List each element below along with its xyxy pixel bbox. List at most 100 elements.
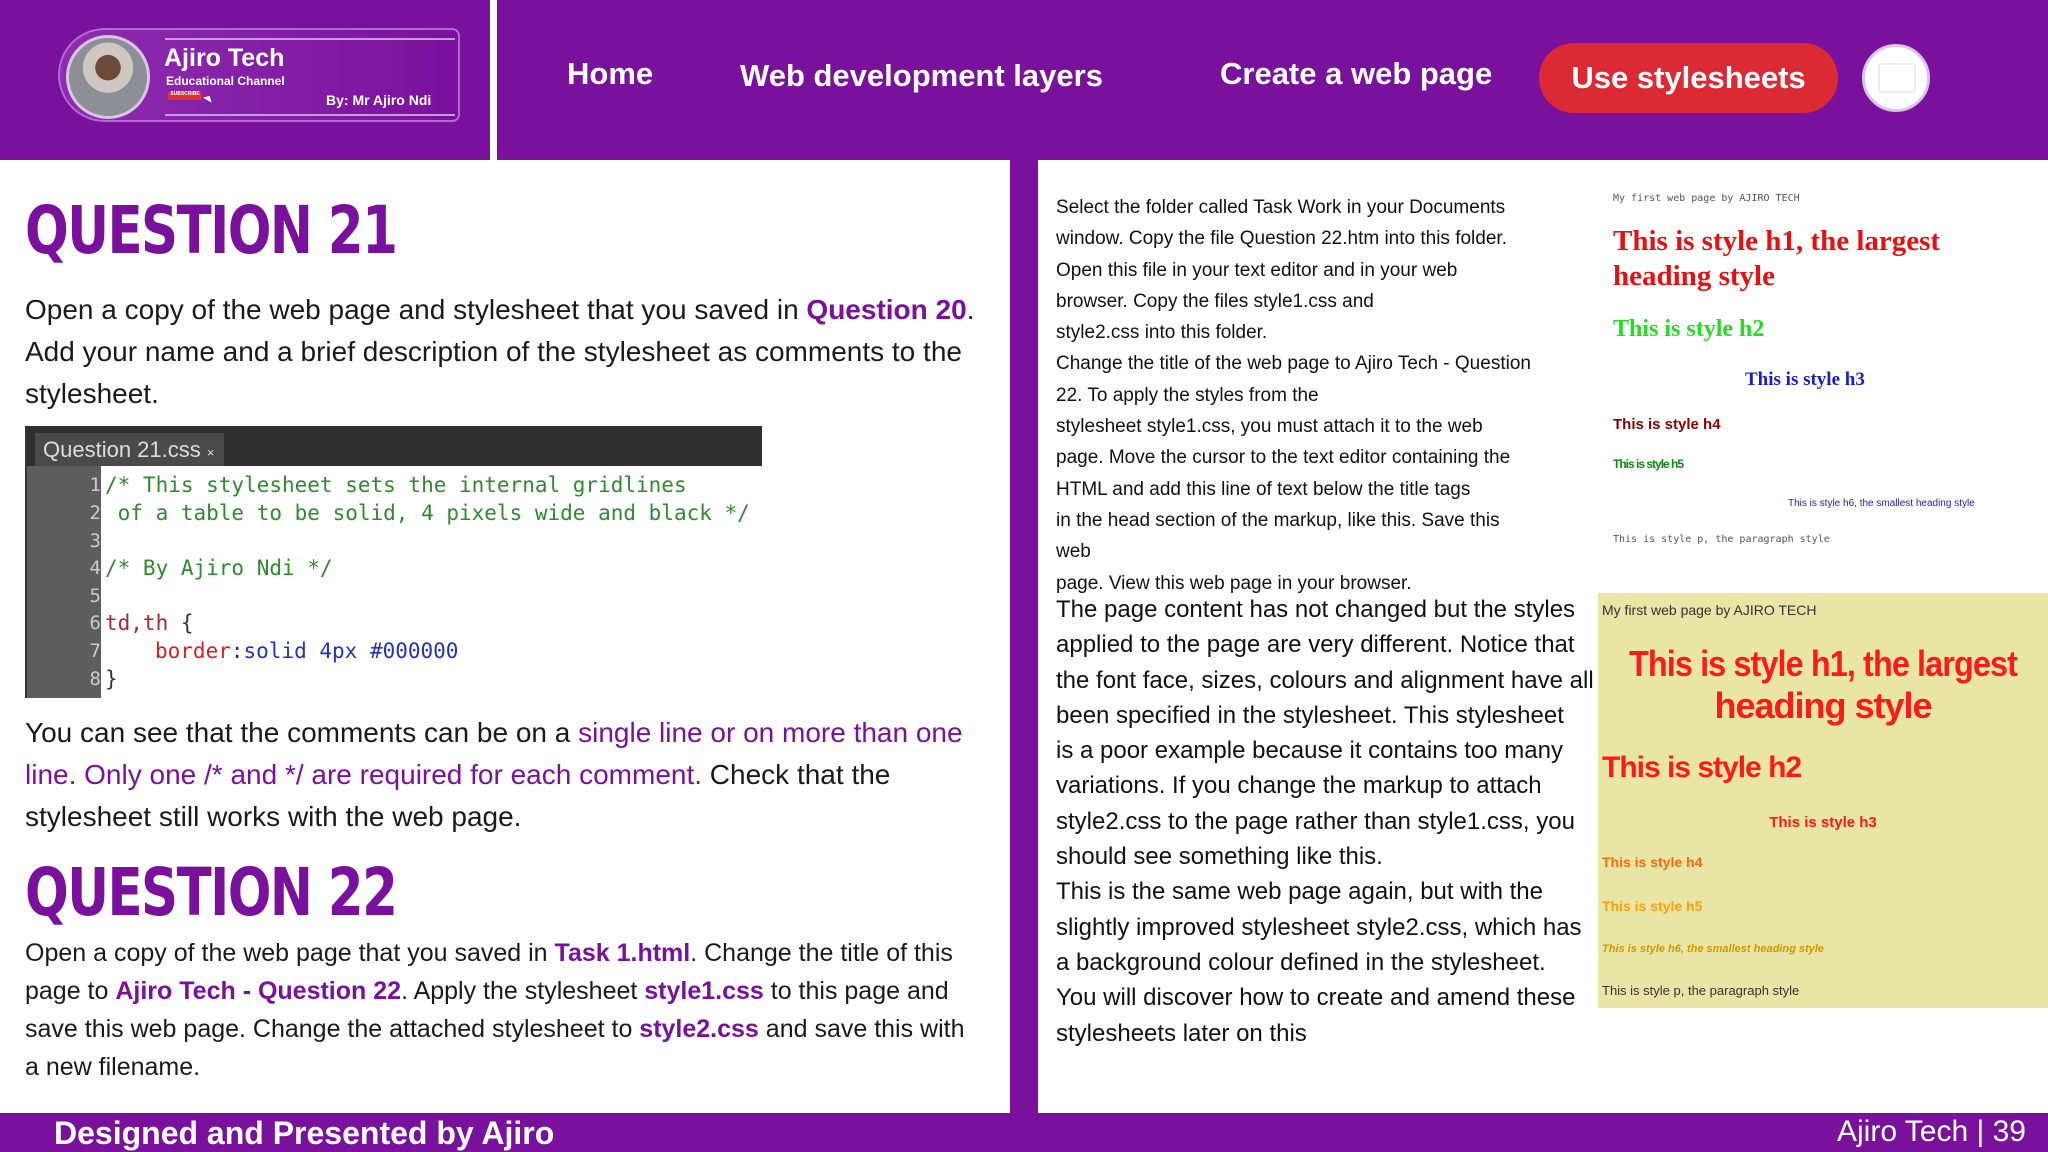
tab-label: Question 21.css: [43, 437, 201, 462]
code-editor: Question 21.css × 1/* This stylesheet se…: [25, 426, 762, 698]
footer-credit: Designed and Presented by Ajiro: [54, 1115, 555, 1151]
code-text: /* This stylesheet sets the internal gri…: [105, 473, 687, 497]
instruction-line: window. Copy the file Question 22.htm in…: [1056, 228, 1507, 250]
css-value: solid 4px #000000: [243, 639, 459, 663]
explanation-line: variations. If you change the markup to …: [1056, 772, 1542, 800]
explanation-line: slightly improved stylesheet style2.css,…: [1056, 913, 1582, 941]
stylesheet-1-name: style1.css: [644, 977, 764, 1005]
explanation-line: This is the same web page again, but wit…: [1056, 878, 1543, 906]
explanation-line: the font face, sizes, colours and alignm…: [1056, 666, 1594, 694]
preview-h5: This is style h5: [1602, 898, 1703, 914]
stylesheet-2-name: style2.css: [639, 1015, 759, 1043]
text: Open a copy of the web page that you sav…: [25, 939, 555, 967]
preview-h3: This is style h3: [1745, 369, 1865, 390]
nav-create-web-page[interactable]: Create a web page: [1220, 56, 1492, 92]
task-file-name: Task 1.html: [554, 939, 691, 967]
explanation-line: a background colour defined in the style…: [1056, 948, 1546, 976]
question-22-title: QUESTION 22: [25, 854, 398, 931]
css-property: border: [155, 639, 231, 663]
code-line: 1/* This stylesheet sets the internal gr…: [27, 471, 762, 499]
header-bar: Ajiro Tech Educational Channel SUBSCRIBE…: [0, 0, 2048, 160]
code-line: 3: [27, 527, 762, 555]
preview-h4: This is style h4: [1602, 854, 1703, 870]
question-21-note: You can see that the comments can be on …: [25, 712, 985, 838]
explanation-line: style2.css to the page rather than style…: [1056, 807, 1575, 835]
preview-h1: This is style h1, the largest: [1613, 225, 1941, 257]
css-colon: :: [230, 639, 244, 663]
code-text: td,th {: [105, 609, 194, 637]
cursor-icon: [202, 93, 215, 103]
preview-page-title: My first web page by AJIRO TECH: [1613, 193, 1800, 204]
code-text: }: [105, 667, 118, 691]
logo-title: Ajiro Tech: [164, 44, 285, 72]
code-line: 8}: [27, 665, 762, 693]
preview-paragraph: This is style p, the paragraph style: [1613, 534, 1830, 545]
line-number: 2: [89, 502, 101, 524]
code-line: 6 td,th {: [27, 609, 762, 637]
nav-home[interactable]: Home: [567, 56, 653, 92]
explanation-line: is a poor example because it contains to…: [1056, 737, 1563, 765]
window-icon: [1878, 63, 1916, 93]
preview-h1: This is style h1, the largest: [1628, 643, 2018, 684]
line-number: 3: [89, 530, 101, 552]
code-line: 4/* By Ajiro Ndi */: [27, 554, 762, 582]
instruction-line: stylesheet style1.css, you must attach i…: [1056, 416, 1483, 438]
stylesheet-2-preview: My first web page by AJIRO TECH This is …: [1598, 593, 2048, 1008]
line-number: 4: [89, 557, 101, 579]
explanation-line: should see something like this.: [1056, 843, 1383, 871]
text: . Apply the stylesheet: [401, 977, 645, 1005]
code-line: 5: [27, 582, 762, 610]
tab-close-icon[interactable]: ×: [207, 445, 215, 460]
avatar: [66, 35, 150, 119]
logo-divider: [165, 114, 455, 116]
line-number: 8: [89, 668, 101, 690]
instruction-line: browser. Copy the files style1.css and: [1056, 290, 1374, 312]
explanation-text: The page content has not changed but the…: [1056, 592, 1596, 1051]
footer-page-number: Ajiro Tech | 39: [1836, 1115, 2026, 1148]
css-selector: td,th: [105, 611, 169, 635]
code-line: 2 of a table to be solid, 4 pixels wide …: [27, 499, 762, 527]
instruction-line: Select the folder called Task Work in yo…: [1056, 197, 1506, 218]
line-number: 5: [89, 585, 101, 607]
code-text: /* By Ajiro Ndi */: [105, 556, 333, 580]
stylesheet-1-preview: My first web page by AJIRO TECH This is …: [1598, 178, 2038, 578]
editor-tab[interactable]: Question 21.css ×: [35, 433, 225, 466]
text: Open a copy of the web page and styleshe…: [25, 294, 807, 325]
preview-h2: This is style h2: [1602, 751, 1802, 784]
instruction-line: HTML and add this line of text below the…: [1056, 478, 1471, 500]
question-21-paragraph: Open a copy of the web page and styleshe…: [25, 289, 985, 415]
code-text: border:solid 4px #000000: [155, 637, 458, 665]
preview-h3: This is style h3: [1769, 814, 1877, 831]
line-number: 6: [89, 612, 101, 634]
explanation-line: stylesheets later on this: [1056, 1019, 1307, 1047]
explanation-line: applied to the page are very different. …: [1056, 631, 1575, 659]
page-title-value: Ajiro Tech - Question 22: [115, 977, 402, 1005]
css-brace: {: [168, 611, 194, 635]
header-divider: [490, 0, 497, 160]
instructions-text: Select the folder called Task Work in yo…: [1056, 192, 1576, 599]
code-text: of a table to be solid, 4 pixels wide an…: [105, 501, 750, 525]
instruction-line: in the head section of the markup, like …: [1056, 509, 1500, 531]
explanation-line: You will discover how to create and amen…: [1056, 984, 1576, 1012]
text: You can see that the comments can be on …: [25, 717, 579, 748]
explanation-line: The page content has not changed but the…: [1056, 596, 1576, 623]
menu-button[interactable]: [1862, 44, 1930, 112]
preview-h4: This is style h4: [1613, 416, 1721, 433]
line-number: 1: [89, 474, 101, 496]
editor-tab-bar: Question 21.css ×: [27, 426, 762, 466]
question-21-title: QUESTION 21: [25, 192, 398, 269]
preview-h2: This is style h2: [1613, 316, 1765, 342]
preview-h6: This is style h6, the smallest heading s…: [1602, 943, 1824, 955]
line-number: 7: [89, 640, 101, 662]
logo-divider: [165, 38, 455, 40]
footer: Designed and Presented by Ajiro Ajiro Te…: [0, 1113, 2048, 1152]
instruction-line: Open this file in your text editor and i…: [1056, 259, 1458, 281]
nav-use-stylesheets-active[interactable]: Use stylesheets: [1539, 43, 1838, 113]
preview-page-title: My first web page by AJIRO TECH: [1602, 602, 1817, 618]
instruction-line: page. Move the cursor to the text editor…: [1056, 447, 1511, 469]
nav-web-development-layers[interactable]: Web development layers: [740, 58, 1103, 94]
channel-logo[interactable]: Ajiro Tech Educational Channel SUBSCRIBE…: [58, 28, 460, 122]
instruction-line: web: [1056, 541, 1091, 563]
logo-subtitle: Educational Channel: [166, 74, 285, 88]
explanation-line: been specified in the stylesheet. This s…: [1056, 701, 1564, 729]
